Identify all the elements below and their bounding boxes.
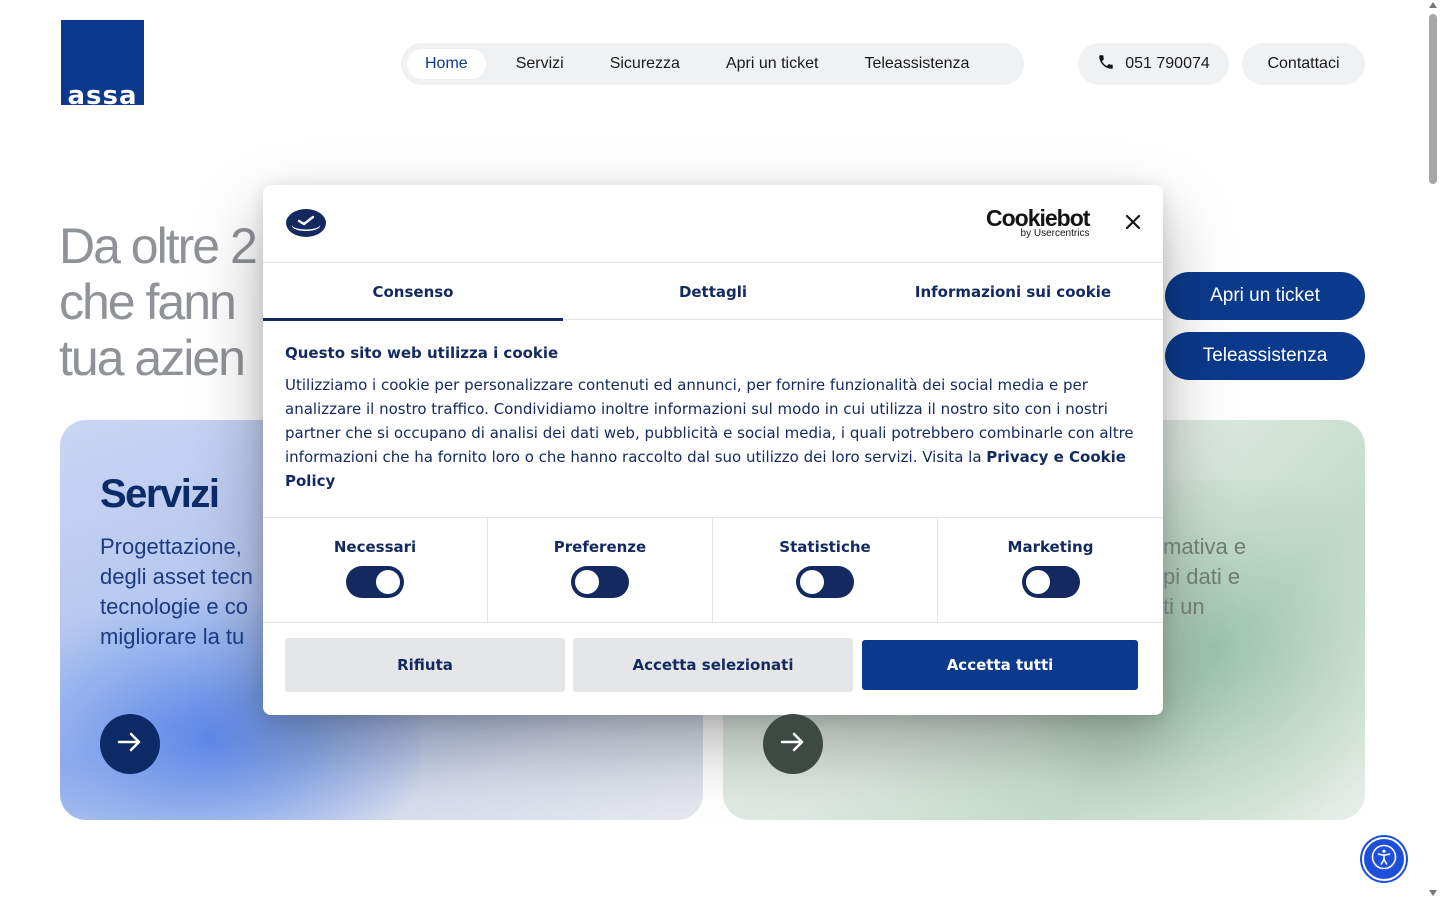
teleassistenza-button[interactable]: Teleassistenza: [1165, 332, 1365, 380]
assa-logo[interactable]: assa: [61, 20, 144, 105]
toggle-statistiche[interactable]: [796, 566, 854, 598]
card-arrow-button[interactable]: [100, 714, 160, 774]
accessibility-icon: [1371, 844, 1397, 875]
close-icon: [1125, 214, 1141, 234]
category-statistiche: Statistiche: [713, 518, 938, 623]
main-nav: Home Servizi Sicurezza Apri un ticket Te…: [401, 43, 1024, 85]
cookiebot-brand[interactable]: Cookiebot by Usercentrics: [986, 205, 1090, 240]
dialog-header: Cookiebot by Usercentrics: [263, 185, 1163, 263]
arrow-right-icon: [777, 726, 809, 763]
toggle-knob: [800, 570, 824, 594]
arrow-right-icon: [114, 726, 146, 763]
dialog-body: Questo sito web utilizza i cookie Utiliz…: [285, 343, 1145, 493]
card-description: Progettazione, degli asset tecn tecnolog…: [100, 534, 253, 649]
toggle-knob: [1025, 570, 1050, 594]
scroll-up-arrow[interactable]: [1429, 2, 1437, 8]
dialog-close-button[interactable]: [1121, 212, 1145, 236]
dialog-tabs: Consenso Dettagli Informazioni sui cooki…: [263, 263, 1163, 321]
phone-number: 051 790074: [1125, 55, 1210, 72]
cookiebot-logo-icon: [285, 207, 327, 243]
nav-servizi[interactable]: Servizi: [498, 49, 582, 79]
category-label: Marketing: [1007, 538, 1094, 556]
category-label: Statistiche: [779, 538, 871, 556]
accept-all-button[interactable]: Accetta tutti: [862, 640, 1138, 690]
tab-dettagli[interactable]: Dettagli: [563, 263, 863, 320]
tab-consenso[interactable]: Consenso: [263, 263, 563, 321]
dialog-text: Utilizziamo i cookie per personalizzare …: [285, 373, 1145, 493]
toggle-marketing[interactable]: [1021, 566, 1080, 598]
card-title: Servizi: [100, 472, 220, 516]
nav-sicurezza[interactable]: Sicurezza: [592, 49, 698, 79]
scroll-thumb[interactable]: [1429, 14, 1437, 184]
card-description: mativa e pi dati e ti un: [1163, 534, 1247, 619]
category-marketing: Marketing: [938, 518, 1163, 623]
contact-button[interactable]: Contattaci: [1242, 43, 1365, 85]
nav-home[interactable]: Home: [407, 49, 486, 79]
scroll-down-arrow[interactable]: [1429, 890, 1437, 896]
nav-teleassistenza[interactable]: Teleassistenza: [846, 49, 987, 79]
phone-button[interactable]: 051 790074: [1078, 43, 1229, 85]
nav-apri-ticket[interactable]: Apri un ticket: [708, 49, 836, 79]
phone-icon: [1097, 53, 1115, 76]
tab-informazioni[interactable]: Informazioni sui cookie: [863, 263, 1163, 320]
apri-ticket-button[interactable]: Apri un ticket: [1165, 272, 1365, 320]
logo-text: assa: [67, 81, 138, 105]
card-arrow-button[interactable]: [763, 714, 823, 774]
page-scrollbar[interactable]: [1426, 0, 1440, 900]
accessibility-button[interactable]: [1362, 837, 1406, 881]
dialog-title: Questo sito web utilizza i cookie: [285, 344, 559, 362]
